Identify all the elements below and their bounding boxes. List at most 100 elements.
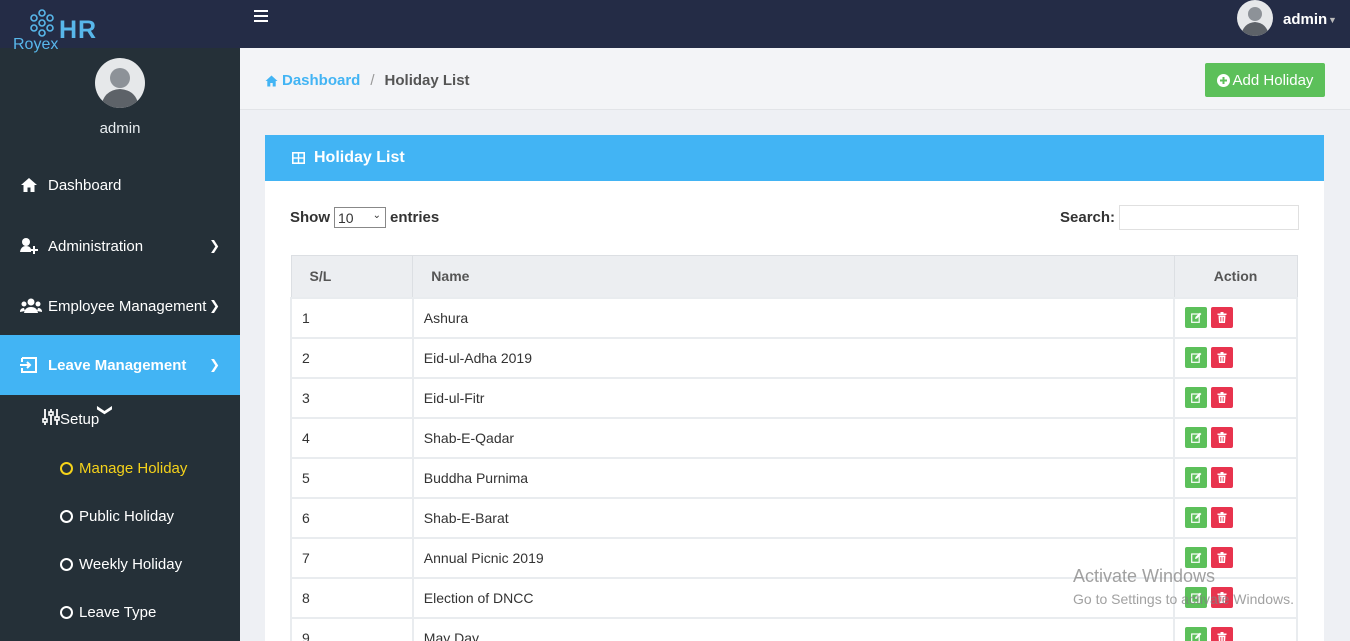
edit-button[interactable] <box>1185 507 1208 528</box>
cell-action <box>1173 296 1298 339</box>
sidebar-item-label: Weekly Holiday <box>79 555 183 573</box>
cell-sl: 2 <box>290 336 414 379</box>
avatar-icon <box>1241 7 1269 36</box>
delete-button[interactable] <box>1211 547 1234 568</box>
sidebar-item-label: Leave Management <box>48 356 187 374</box>
logo-name-text: Royex <box>13 36 59 53</box>
edit-button[interactable] <box>1185 547 1208 568</box>
sidebar: HR Royex admin Dashboard Administration … <box>0 0 240 641</box>
delete-button[interactable] <box>1211 627 1234 641</box>
logo[interactable]: HR Royex <box>0 0 240 53</box>
edit-icon <box>1190 392 1202 403</box>
edit-button[interactable] <box>1185 307 1208 328</box>
chevron-right-icon: ❯ <box>209 238 220 253</box>
circle-icon <box>60 557 73 571</box>
trash-icon <box>1217 352 1227 363</box>
edit-icon <box>1190 552 1202 563</box>
breadcrumb-separator: / <box>370 72 375 89</box>
page-size-select[interactable]: 10 ⌄ <box>334 207 386 228</box>
delete-button[interactable] <box>1211 307 1234 328</box>
sidebar-item-dashboard[interactable]: Dashboard <box>0 155 240 215</box>
home-icon <box>20 177 48 193</box>
plus-circle-icon <box>1216 73 1230 87</box>
breadcrumb-current: Holiday List <box>384 72 470 89</box>
sidebar-item-setup[interactable]: Setup ❯ <box>0 395 240 443</box>
table-header-row: S/L Name Action <box>290 255 1298 298</box>
user-avatar[interactable] <box>1237 0 1273 36</box>
edit-icon <box>1190 352 1202 363</box>
sidebar-item-manage-holiday[interactable]: Manage Holiday <box>0 444 240 492</box>
delete-button[interactable] <box>1211 387 1234 408</box>
sidebar-item-label: Employee Management <box>48 297 207 315</box>
edit-button[interactable] <box>1185 627 1208 641</box>
sliders-icon <box>42 408 60 430</box>
cell-name: Buddha Purnima <box>411 456 1176 499</box>
chevron-down-icon: ⌄ <box>372 210 381 221</box>
edit-icon <box>1190 472 1202 483</box>
sidebar-item-label: Public Holiday <box>79 507 175 525</box>
trash-icon <box>1217 512 1227 523</box>
cell-sl: 5 <box>290 456 414 499</box>
column-header-action: Action <box>1173 255 1298 298</box>
cell-sl: 3 <box>290 376 414 419</box>
sidebar-item-employee-management[interactable]: Employee Management ❯ <box>0 276 240 336</box>
add-holiday-button[interactable]: Add Holiday <box>1205 63 1325 97</box>
search-input[interactable] <box>1119 205 1299 230</box>
cell-name: Election of DNCC <box>411 576 1176 619</box>
cell-name: May Day <box>411 616 1176 641</box>
column-header-sl[interactable]: S/L <box>290 255 414 298</box>
chevron-right-icon: ❯ <box>209 357 220 372</box>
cell-action <box>1173 376 1298 419</box>
logo-hr-text: HR <box>59 16 98 44</box>
circle-icon <box>60 509 73 523</box>
cell-name: Ashura <box>411 296 1176 339</box>
delete-button[interactable] <box>1211 347 1234 368</box>
cell-sl: 7 <box>290 536 414 579</box>
cell-name: Eid-ul-Adha 2019 <box>411 336 1176 379</box>
edit-button[interactable] <box>1185 347 1208 368</box>
card-header: Holiday List <box>265 135 1324 181</box>
table-icon <box>292 152 305 164</box>
cell-sl: 8 <box>290 576 414 619</box>
card-title: Holiday List <box>314 149 405 166</box>
edit-button[interactable] <box>1185 467 1208 488</box>
sidebar-item-leave-management[interactable]: Leave Management ❯ <box>0 335 240 395</box>
home-icon <box>265 75 278 86</box>
breadcrumb-dashboard-link[interactable]: Dashboard <box>265 72 360 89</box>
sidebar-item-label: Dashboard <box>48 176 122 194</box>
avatar-icon <box>101 68 139 108</box>
sidebar-item-weekly-holiday[interactable]: Weekly Holiday <box>0 540 240 588</box>
sidebar-item-label: Leave Type <box>79 603 157 621</box>
delete-button[interactable] <box>1211 507 1234 528</box>
column-header-name[interactable]: Name <box>412 255 1175 298</box>
page-size-value: 10 <box>338 209 354 226</box>
cell-action <box>1173 416 1298 459</box>
trash-icon <box>1217 472 1227 483</box>
show-label: Show <box>290 209 330 226</box>
edit-button[interactable] <box>1185 387 1208 408</box>
user-menu[interactable]: admin <box>1283 11 1327 28</box>
cell-sl: 9 <box>290 616 414 641</box>
sidebar-avatar <box>95 58 145 108</box>
table-row: 6 Shab-E-Barat <box>290 496 1298 539</box>
delete-button[interactable] <box>1211 427 1234 448</box>
cell-name: Annual Picnic 2019 <box>411 536 1176 579</box>
activation-watermark-title: Activate Windows <box>1073 566 1216 586</box>
activation-watermark-text: Go to Settings to activate Windows. <box>1073 591 1294 607</box>
page-header: Dashboard / Holiday List Add Holiday <box>240 48 1350 110</box>
chevron-right-icon: ❯ <box>209 298 220 313</box>
sidebar-item-leave-type[interactable]: Leave Type <box>0 588 240 636</box>
edit-button[interactable] <box>1185 427 1208 448</box>
delete-button[interactable] <box>1211 467 1234 488</box>
trash-icon <box>1217 632 1227 641</box>
page-size-control: Show 10 ⌄ entries <box>290 207 439 228</box>
sidebar-item-public-holiday[interactable]: Public Holiday <box>0 492 240 540</box>
circle-icon <box>60 461 73 475</box>
caret-down-icon[interactable]: ▼ <box>1328 15 1337 25</box>
edit-icon <box>1190 632 1202 641</box>
trash-icon <box>1217 312 1227 323</box>
menu-toggle-icon[interactable] <box>254 10 268 24</box>
breadcrumb: Dashboard / Holiday List <box>265 72 470 89</box>
sidebar-item-administration[interactable]: Administration ❯ <box>0 216 240 276</box>
sign-in-icon <box>20 356 48 374</box>
